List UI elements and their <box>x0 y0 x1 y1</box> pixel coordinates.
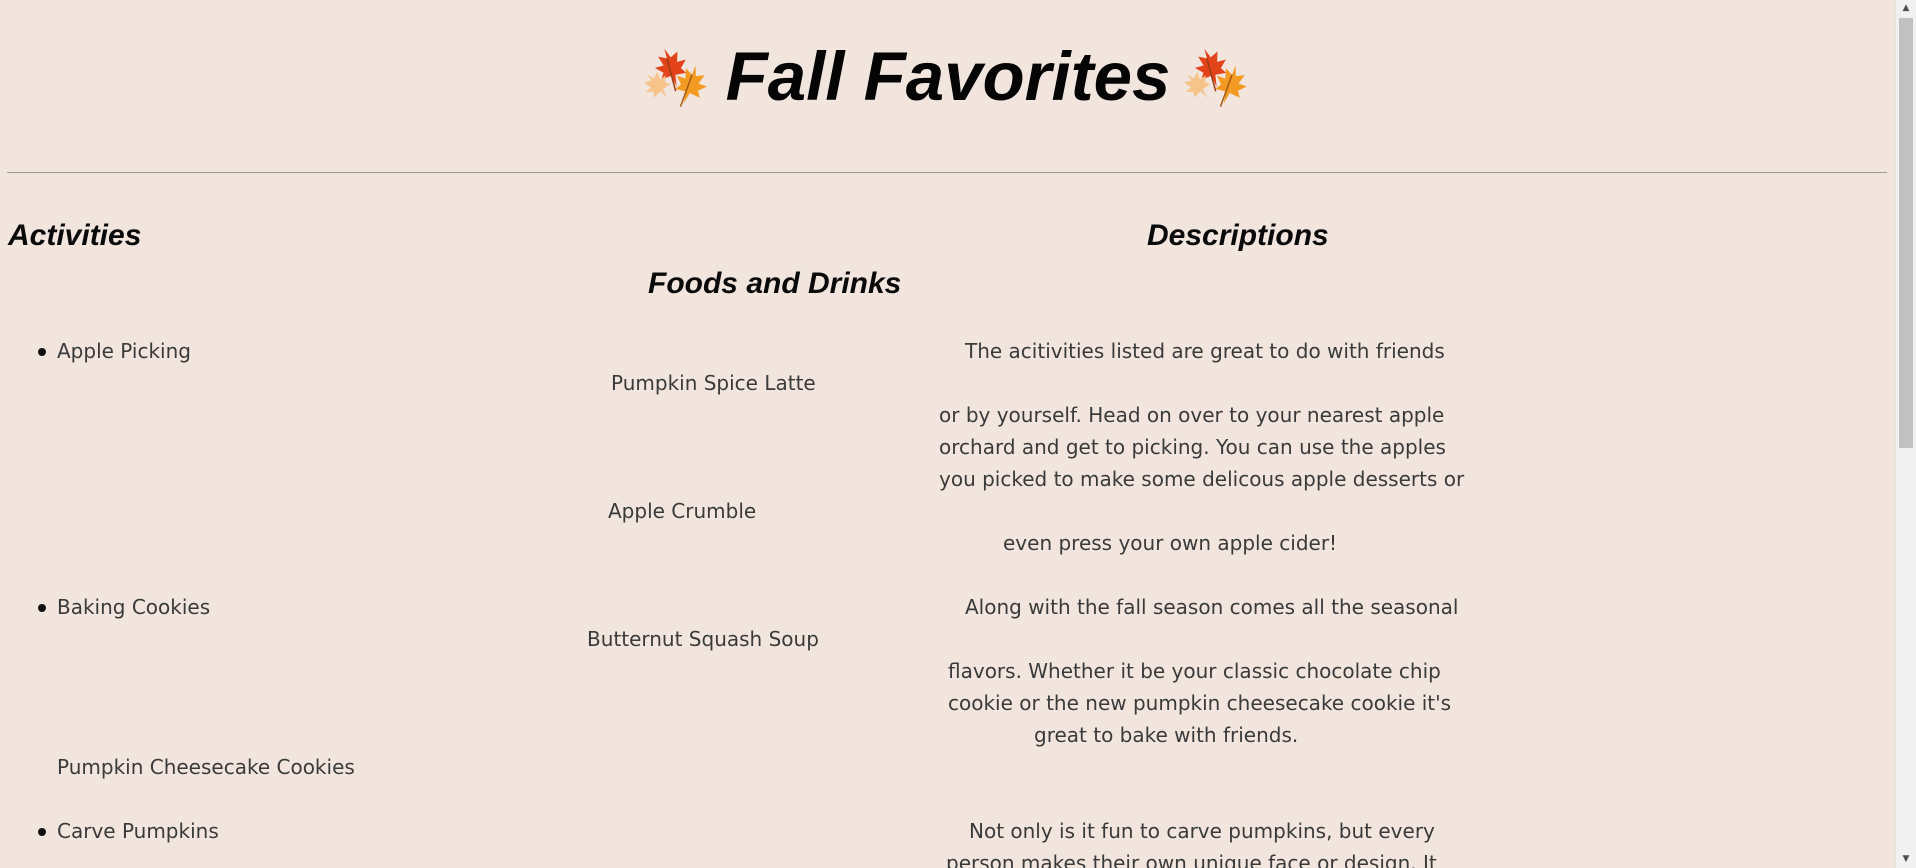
description-line: or by yourself. Head on over to your nea… <box>939 403 1445 427</box>
maple-leaf-icon <box>642 40 714 112</box>
vertical-scrollbar[interactable]: ▲ ▼ <box>1895 0 1916 868</box>
bullet-icon <box>38 348 46 356</box>
scroll-up-icon[interactable]: ▲ <box>1896 0 1916 17</box>
scrollbar-thumb[interactable] <box>1899 18 1913 448</box>
bullet-icon <box>38 604 46 612</box>
food-item: Pumpkin Spice Latte <box>611 371 816 395</box>
foods-heading: Foods and Drinks <box>648 267 902 300</box>
page-title: Fall Favorites <box>725 37 1171 115</box>
activities-heading: Activities <box>8 219 142 252</box>
description-line: person makes their own unique face or de… <box>946 851 1437 868</box>
activity-label: Carve Pumpkins <box>57 819 219 843</box>
scroll-down-icon[interactable]: ▼ <box>1896 851 1916 868</box>
description-line: even press your own apple cider! <box>1003 531 1338 555</box>
page: Fall Favorites Activities Descriptions F… <box>0 0 1896 868</box>
food-item: Pumpkin Cheesecake Cookies <box>57 755 355 779</box>
page-header: Fall Favorites <box>0 40 1896 112</box>
description-line: orchard and get to picking. You can use … <box>939 435 1446 459</box>
description-line: flavors. Whether it be your classic choc… <box>948 659 1441 683</box>
description-line: you picked to make some delicous apple d… <box>939 467 1465 491</box>
food-item: Butternut Squash Soup <box>587 627 819 651</box>
activity-label: Baking Cookies <box>57 595 211 619</box>
descriptions-heading: Descriptions <box>1147 219 1329 252</box>
description-line: cookie or the new pumpkin cheesecake coo… <box>948 691 1452 715</box>
activity-label: Apple Picking <box>57 339 191 363</box>
description-line: great to bake with friends. <box>1034 723 1299 747</box>
description-line: Along with the fall season comes all the… <box>965 595 1459 619</box>
maple-leaf-icon <box>1182 40 1254 112</box>
description-line: The acitivities listed are great to do w… <box>965 339 1445 363</box>
bullet-icon <box>38 828 46 836</box>
food-item: Apple Crumble <box>608 499 757 523</box>
header-divider <box>7 172 1887 173</box>
description-line: Not only is it fun to carve pumpkins, bu… <box>969 819 1435 843</box>
